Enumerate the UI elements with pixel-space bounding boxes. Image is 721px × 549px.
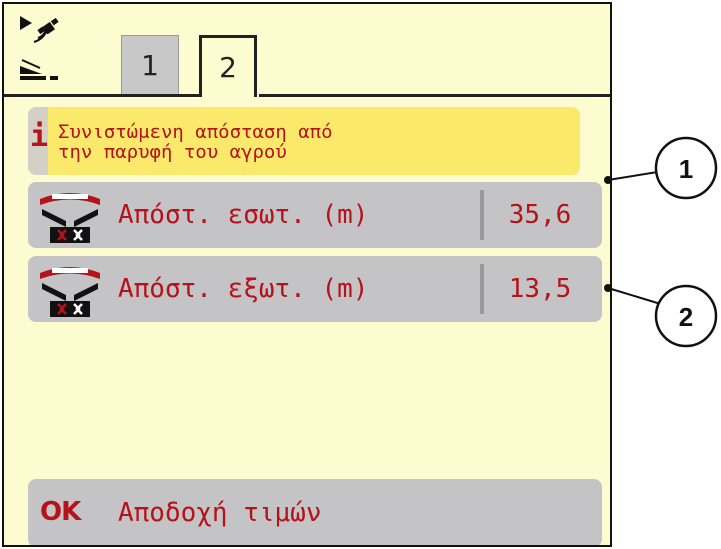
callout-overlay: 1 2 (604, 136, 718, 348)
callout-1-label: 1 (679, 154, 693, 184)
callout-2: 2 (604, 284, 718, 348)
callout-2-label: 2 (679, 302, 693, 332)
callout-1: 1 (604, 136, 718, 200)
